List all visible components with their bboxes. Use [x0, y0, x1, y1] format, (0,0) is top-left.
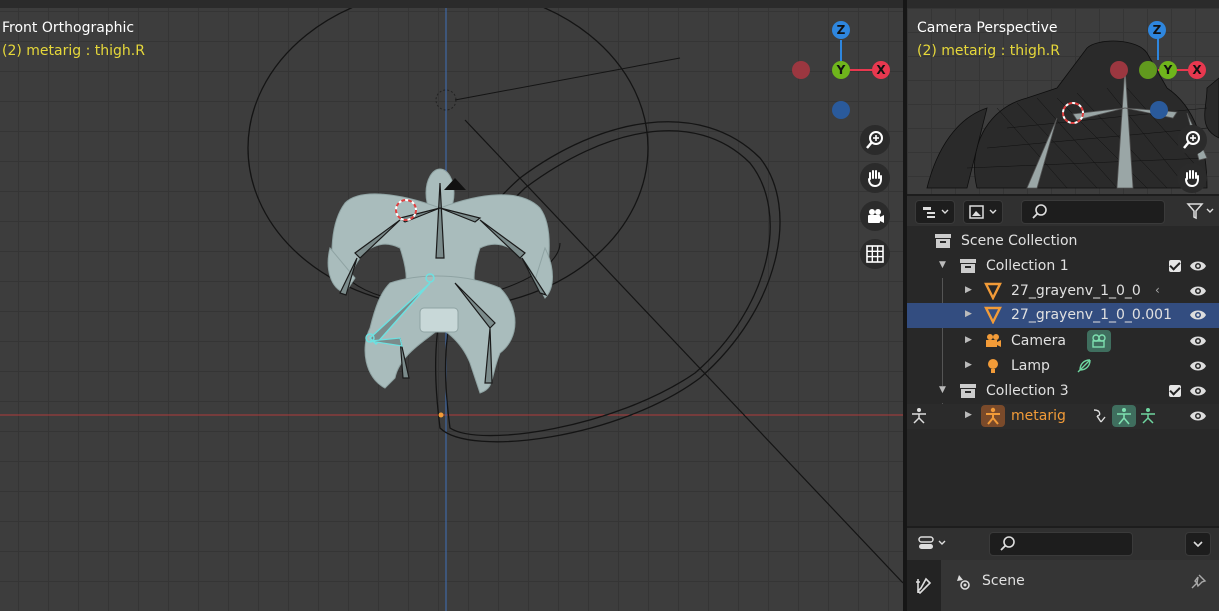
gizmo-neg-x-axis[interactable] — [792, 61, 810, 79]
properties-panel: Scene — [907, 528, 1219, 611]
viewport-3d[interactable]: Front Orthographic (2) metarig : thigh.R… — [0, 8, 903, 611]
camera-viewport[interactable]: Camera Perspective (2) metarig : thigh.R… — [907, 8, 1219, 194]
filter-funnel-icon — [1186, 203, 1214, 220]
properties-search-input[interactable] — [989, 532, 1133, 556]
viewport-active-object: (2) metarig : thigh.R — [2, 43, 145, 59]
outliner-row-label: Camera — [1011, 333, 1066, 349]
outliner-row-label: 27_grayenv_1_0_0.001 — [1011, 307, 1172, 323]
tool-settings-icon[interactable] — [914, 576, 934, 596]
editor-type-dropdown[interactable] — [915, 532, 953, 554]
camera-data-icon[interactable] — [1087, 330, 1111, 352]
outliner-row-scene-collection[interactable]: Scene Collection — [907, 229, 1219, 254]
outliner-search-input[interactable] — [1021, 200, 1165, 224]
gizmo-z-axis[interactable]: Z — [1148, 21, 1166, 39]
pose-mode-icon[interactable] — [909, 406, 929, 426]
collection-icon — [960, 384, 976, 398]
exclude-checkbox[interactable] — [1169, 260, 1181, 272]
search-icon — [1032, 204, 1047, 219]
outliner-row-mesh-selected[interactable]: ▶ 27_grayenv_1_0_0.001 — [907, 303, 1219, 328]
search-icon — [1000, 536, 1015, 551]
lamp-bulb-icon — [988, 359, 998, 373]
expand-arrow-right-icon[interactable]: ▶ — [965, 309, 972, 319]
properties-context: Scene — [941, 560, 1219, 611]
gizmo-y-axis[interactable]: Y — [1159, 61, 1177, 79]
exclude-checkbox[interactable] — [1169, 385, 1181, 397]
camera-view-title: Camera Perspective — [917, 20, 1058, 36]
collection-icon — [960, 259, 976, 273]
outliner-row-label: Scene Collection — [961, 233, 1078, 249]
gizmo-neg-x-axis[interactable] — [1110, 61, 1128, 79]
display-mode-dropdown[interactable] — [915, 200, 955, 224]
grid-icon[interactable] — [860, 239, 890, 269]
eye-icon[interactable] — [1189, 384, 1207, 398]
modifier-indicator-icon: ‹ — [1155, 283, 1160, 297]
gizmo-z-axis[interactable]: Z — [832, 21, 850, 39]
outliner-row-collection-1[interactable]: ▼ Collection 1 — [907, 254, 1219, 279]
pose-bones-icon[interactable] — [1138, 406, 1158, 426]
outliner-row-lamp[interactable]: ▶ Lamp — [907, 354, 1219, 379]
outliner-row-label: Collection 3 — [986, 383, 1069, 399]
eye-icon[interactable] — [1189, 259, 1207, 273]
outliner-row-label: 27_grayenv_1_0_0 — [1011, 283, 1141, 299]
scene-collection-icon — [935, 234, 951, 248]
filter-dropdown[interactable] — [1185, 200, 1219, 222]
scene-icon — [957, 575, 970, 590]
gizmo-y-axis[interactable]: Y — [832, 61, 850, 79]
eye-icon[interactable] — [1189, 284, 1207, 298]
outliner-panel: Scene Collection ▼ Collection 1 ▶ 27_gra… — [907, 196, 1219, 526]
outliner-row-label: Lamp — [1011, 358, 1050, 374]
mesh-triangle-icon — [984, 306, 1002, 324]
outliner-row-mesh[interactable]: ▶ 27_grayenv_1_0_0 ‹ — [907, 279, 1219, 304]
gizmo-neg-y-axis[interactable] — [1139, 61, 1157, 79]
properties-editor-icon — [918, 536, 946, 549]
image-icon — [969, 205, 997, 219]
outliner-tree-icon — [923, 207, 949, 218]
outliner-row-collection-3[interactable]: ▼ Collection 3 — [907, 379, 1219, 404]
scene-drawing — [0, 8, 903, 611]
expand-arrow-right-icon[interactable]: ▶ — [965, 410, 972, 420]
gizmo-neg-z-axis[interactable] — [832, 101, 850, 119]
camera-icon[interactable] — [860, 201, 890, 231]
pin-icon[interactable] — [1189, 573, 1207, 591]
hand-pan-icon[interactable] — [1177, 163, 1207, 193]
expand-arrow-right-icon[interactable]: ▶ — [965, 285, 972, 295]
zoom-icon[interactable] — [860, 125, 890, 155]
eye-icon[interactable] — [1189, 359, 1207, 373]
camera-object-icon — [986, 334, 1001, 347]
gizmo-neg-z-axis[interactable] — [1150, 101, 1168, 119]
eye-icon[interactable] — [1189, 308, 1207, 322]
outliner-row-label: Collection 1 — [986, 258, 1069, 274]
viewport-title: Front Orthographic — [2, 20, 135, 36]
lamp-data-icon[interactable] — [1074, 356, 1094, 376]
expand-arrow-right-icon[interactable]: ▶ — [965, 360, 972, 370]
expand-arrow-down-icon[interactable]: ▼ — [939, 385, 946, 395]
properties-tab-bar — [907, 560, 941, 611]
outliner-row-camera[interactable]: ▶ Camera — [907, 329, 1219, 354]
gizmo-x-axis[interactable]: X — [872, 61, 890, 79]
camera-view-active-object: (2) metarig : thigh.R — [917, 43, 1060, 59]
eye-icon[interactable] — [1189, 409, 1207, 423]
mesh-triangle-icon — [984, 282, 1002, 300]
properties-header — [907, 528, 1219, 560]
hand-pan-icon[interactable] — [860, 163, 890, 193]
scene-context-label: Scene — [982, 573, 1025, 589]
chevron-down-icon — [1193, 541, 1203, 548]
options-dropdown[interactable] — [1185, 532, 1211, 556]
armature-data-icon[interactable] — [1112, 405, 1136, 427]
zoom-icon[interactable] — [1177, 125, 1207, 155]
expand-arrow-down-icon[interactable]: ▼ — [939, 260, 946, 270]
outliner-row-metarig[interactable]: ▶ metarig — [907, 404, 1219, 429]
pose-link-icon[interactable] — [1091, 407, 1109, 425]
outliner-header — [907, 196, 1219, 226]
gizmo-x-axis[interactable]: X — [1188, 61, 1206, 79]
outliner-row-label: metarig — [1011, 408, 1066, 424]
armature-icon — [981, 405, 1005, 427]
eye-icon[interactable] — [1189, 334, 1207, 348]
expand-arrow-right-icon[interactable]: ▶ — [965, 335, 972, 345]
filter-view-dropdown[interactable] — [963, 200, 1003, 224]
